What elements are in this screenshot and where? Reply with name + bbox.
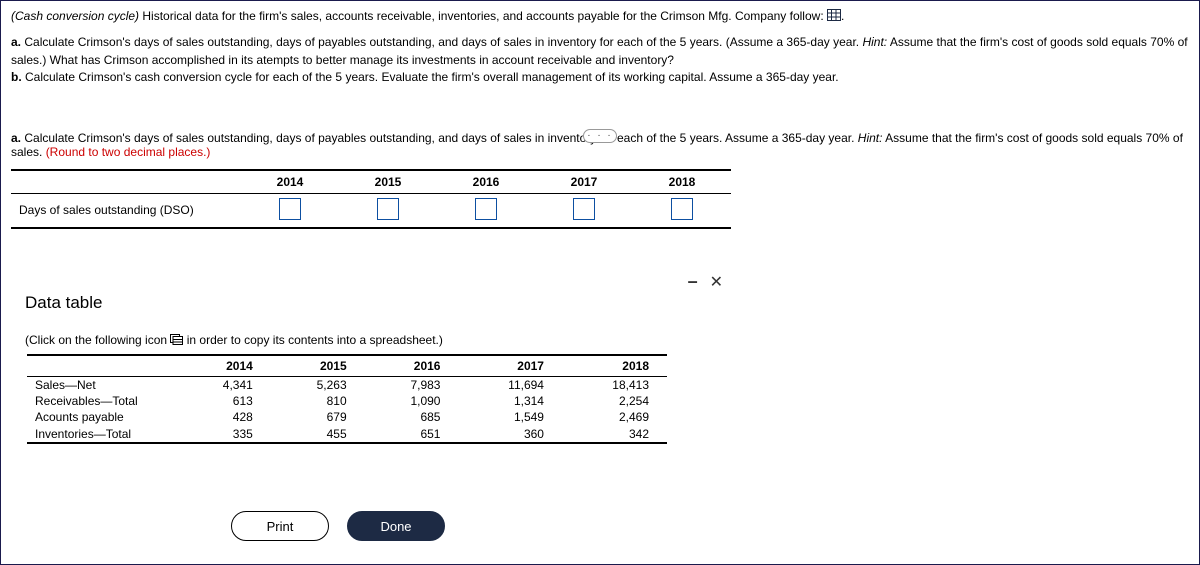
topic-italic: (Cash conversion cycle) <box>11 9 139 23</box>
part-b: b. Calculate Crimson's cash conversion c… <box>11 69 1189 86</box>
dso-input-2016[interactable] <box>475 198 497 220</box>
round-note: (Round to two decimal places.) <box>46 145 211 159</box>
question-parts: a. Calculate Crimson's days of sales out… <box>11 34 1189 86</box>
cell: 613 <box>177 393 271 409</box>
answer-a-hint-label: Hint: <box>858 131 883 145</box>
data-table-modal: – ✕ Data table (Click on the following i… <box>11 269 731 559</box>
table-row: Inventories—Total 335 455 651 360 342 <box>27 426 667 442</box>
modal-title: Data table <box>25 293 721 313</box>
row-label-ap: Acounts payable <box>27 409 177 425</box>
dso-year-2015: 2015 <box>339 170 437 194</box>
cell: 685 <box>365 409 459 425</box>
answer-section: a. Calculate Crimson's days of sales out… <box>11 131 1189 229</box>
part-a: a. Calculate Crimson's days of sales out… <box>11 34 1189 69</box>
page-root: (Cash conversion cycle) Historical data … <box>0 0 1200 565</box>
data-year-2017: 2017 <box>458 356 562 377</box>
modal-buttons: Print Done <box>231 511 445 541</box>
intro-period: . <box>841 9 844 23</box>
cell: 360 <box>458 426 562 442</box>
print-button[interactable]: Print <box>231 511 329 541</box>
answer-a-label: a. <box>11 131 21 145</box>
dso-body-row: Days of sales outstanding (DSO) <box>11 193 731 228</box>
cell: 2,469 <box>562 409 667 425</box>
data-year-2018: 2018 <box>562 356 667 377</box>
dso-row-label: Days of sales outstanding (DSO) <box>11 193 241 228</box>
copy-hint: (Click on the following icon in order to… <box>25 333 721 348</box>
data-year-2016: 2016 <box>365 356 459 377</box>
cell: 4,341 <box>177 377 271 394</box>
data-head-row: 2014 2015 2016 2017 2018 <box>27 356 667 377</box>
cell: 7,983 <box>365 377 459 394</box>
answer-a-text-1: Calculate Crimson's days of sales outsta… <box>21 131 858 145</box>
cell: 1,549 <box>458 409 562 425</box>
cell: 2,254 <box>562 393 667 409</box>
row-label-sales: Sales—Net <box>27 377 177 394</box>
modal-controls: – ✕ <box>688 271 723 292</box>
row-label-inventories: Inventories—Total <box>27 426 177 442</box>
collapse-caret-icon[interactable] <box>0 91 1 103</box>
data-head-blank <box>27 356 177 377</box>
part-b-text: Calculate Crimson's cash conversion cycl… <box>22 70 839 84</box>
done-button[interactable]: Done <box>347 511 445 541</box>
dso-year-2016: 2016 <box>437 170 535 194</box>
data-table: 2014 2015 2016 2017 2018 Sales—Net 4,341… <box>27 356 667 442</box>
copy-hint-part1: (Click on the following icon <box>25 333 170 347</box>
dso-year-2018: 2018 <box>633 170 731 194</box>
dso-input-2015[interactable] <box>377 198 399 220</box>
data-table-wrap: 2014 2015 2016 2017 2018 Sales—Net 4,341… <box>27 354 667 444</box>
data-year-2014: 2014 <box>177 356 271 377</box>
table-row: Sales—Net 4,341 5,263 7,983 11,694 18,41… <box>27 377 667 394</box>
close-icon[interactable]: ✕ <box>710 272 723 292</box>
cell: 679 <box>271 409 365 425</box>
copy-hint-part2: in order to copy its contents into a spr… <box>183 333 442 347</box>
dso-year-2014: 2014 <box>241 170 339 194</box>
dso-year-2017: 2017 <box>535 170 633 194</box>
minimize-icon[interactable]: – <box>688 271 698 292</box>
cell: 11,694 <box>458 377 562 394</box>
cell: 342 <box>562 426 667 442</box>
dso-table: 2014 2015 2016 2017 2018 Days of sales o… <box>11 169 731 229</box>
part-a-text-1: Calculate Crimson's days of sales outsta… <box>21 35 862 49</box>
cell: 810 <box>271 393 365 409</box>
dso-input-2014[interactable] <box>279 198 301 220</box>
intro-text: Historical data for the firm's sales, ac… <box>139 9 827 23</box>
cell: 455 <box>271 426 365 442</box>
part-a-hint-label: Hint: <box>862 35 887 49</box>
cell: 335 <box>177 426 271 442</box>
section-divider-icon: · · · <box>583 129 617 143</box>
part-b-label: b. <box>11 70 22 84</box>
row-label-receivables: Receivables—Total <box>27 393 177 409</box>
dso-head-blank <box>11 170 241 194</box>
cell: 5,263 <box>271 377 365 394</box>
cell: 428 <box>177 409 271 425</box>
data-year-2015: 2015 <box>271 356 365 377</box>
intro-line: (Cash conversion cycle) Historical data … <box>11 9 1189 24</box>
dso-input-2017[interactable] <box>573 198 595 220</box>
dso-input-2018[interactable] <box>671 198 693 220</box>
dso-head-row: 2014 2015 2016 2017 2018 <box>11 170 731 194</box>
data-table-icon[interactable] <box>827 9 841 24</box>
cell: 651 <box>365 426 459 442</box>
table-row: Acounts payable 428 679 685 1,549 2,469 <box>27 409 667 425</box>
copy-spreadsheet-icon[interactable] <box>170 334 183 348</box>
cell: 1,314 <box>458 393 562 409</box>
cell: 18,413 <box>562 377 667 394</box>
cell: 1,090 <box>365 393 459 409</box>
part-a-label: a. <box>11 35 21 49</box>
table-row: Receivables—Total 613 810 1,090 1,314 2,… <box>27 393 667 409</box>
